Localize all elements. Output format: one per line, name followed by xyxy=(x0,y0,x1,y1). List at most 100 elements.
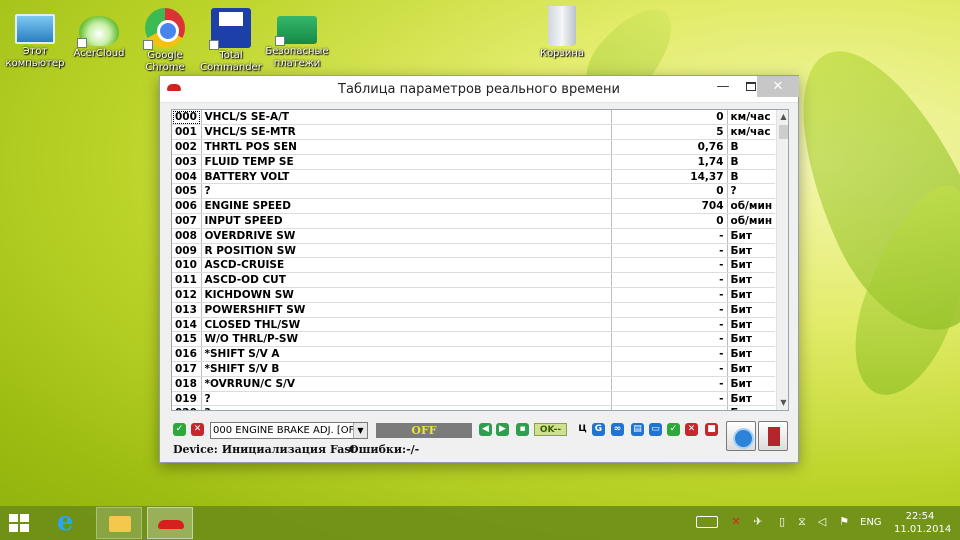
language-indicator[interactable]: ENG xyxy=(860,517,882,528)
reject-x-button[interactable]: ✕ xyxy=(191,423,204,436)
table-row[interactable]: 013 POWERSHIFT SW - Бит xyxy=(172,302,776,318)
desktop-icon-chrome[interactable]: Google Chrome xyxy=(132,8,198,74)
table-row[interactable]: 007 INPUT SPEED 0 об/мин xyxy=(172,213,776,229)
params-table[interactable]: 000 VHCL/S SE-A/T 0 км/час 001 VHCL/S SE-MTR 5… xyxy=(171,109,789,411)
window-button[interactable]: ▭ xyxy=(649,423,662,436)
table-row[interactable]: 015 W/O THRL/P-SW - Бит xyxy=(172,331,776,348)
scroll-down-icon[interactable]: ▼ xyxy=(777,396,788,410)
scroll-up-icon[interactable]: ▲ xyxy=(777,110,788,124)
row-name: OVERDRIVE SW xyxy=(201,228,612,244)
row-name: FLUID TEMP SE xyxy=(201,154,612,170)
taskbar-ie-icon[interactable] xyxy=(44,507,90,539)
bottom-toolbar: ✓ ✕ 000 ENGINE BRAKE ADJ. [OF ▼ OFF ◀ ▶ … xyxy=(171,420,731,440)
table-row[interactable]: 017 *SHIFT S/V B - Бит xyxy=(172,361,776,377)
close-button[interactable]: ✕ xyxy=(757,76,799,97)
desktop-icon-label: AcerCloud xyxy=(73,48,125,59)
table-row[interactable]: 011 ASCD-OD CUT - Бит xyxy=(172,272,776,289)
row-unit: Бит xyxy=(727,272,776,289)
table-row[interactable]: 006 ENGINE SPEED 704 об/мин xyxy=(172,198,776,215)
volume-icon[interactable]: ◁ xyxy=(814,514,830,530)
row-name: *SHIFT S/V B xyxy=(201,361,612,377)
row-name: KICHDOWN SW xyxy=(201,287,612,303)
row-unit: Бит xyxy=(727,317,776,333)
minimize-button[interactable]: — xyxy=(709,76,737,97)
plane-icon[interactable]: ✈ xyxy=(750,514,766,530)
table-button[interactable]: ▤ xyxy=(631,423,644,436)
flag-icon[interactable]: ⚑ xyxy=(836,514,852,530)
row-index: 018 xyxy=(172,376,202,392)
row-value: 704 xyxy=(611,198,728,215)
keyboard-icon[interactable] xyxy=(696,516,718,528)
exit-door-button[interactable] xyxy=(758,421,788,451)
taskbar: ✕ ✈ ▯ ⧖ ◁ ⚑ ENG 22:54 11.01.2014 xyxy=(0,506,960,540)
taskbar-explorer-icon[interactable] xyxy=(96,507,142,539)
clock-date: 11.01.2014 xyxy=(894,524,952,535)
desktop-icon-this-pc[interactable]: Этот компьютер xyxy=(2,8,68,70)
table-row[interactable]: 005? 0? xyxy=(172,183,776,200)
row-value: - xyxy=(611,331,728,348)
window-titlebar[interactable]: Таблица параметров реального времени — ✕ xyxy=(160,76,799,103)
desktop-icon-recycle-bin[interactable]: Корзина xyxy=(529,6,595,60)
row-name: POWERSHIFT SW xyxy=(201,302,612,318)
row-unit: В xyxy=(727,139,776,155)
ok-indicator[interactable]: OK-- xyxy=(534,423,567,436)
shortcut-arrow-icon xyxy=(275,36,285,46)
desktop-icon-acercloud[interactable]: AcerCloud xyxy=(66,8,132,60)
row-index: 009 xyxy=(172,243,202,259)
table-row[interactable]: 000 VHCL/S SE-A/T 0 км/час xyxy=(172,110,776,126)
record-button[interactable]: ▪ xyxy=(516,423,529,436)
row-name: ? xyxy=(201,183,612,200)
row-value: - xyxy=(611,243,728,259)
table-row[interactable]: 009 R POSITION SW - Бит xyxy=(172,243,776,259)
desktop-icon-total-commander[interactable]: Total Commander xyxy=(198,8,264,74)
parameter-select-value: 000 ENGINE BRAKE ADJ. [OF xyxy=(213,425,355,436)
row-name: ASCD-OD CUT xyxy=(201,272,612,289)
table-row[interactable]: 020?-Бит xyxy=(172,405,776,410)
confirm-check-button[interactable]: ✓ xyxy=(667,423,680,436)
taskbar-car-app-icon[interactable] xyxy=(147,507,193,539)
prev-arrow-button[interactable]: ◀ xyxy=(479,423,492,436)
row-index: 011 xyxy=(172,272,202,289)
cancel-x-button[interactable]: ✕ xyxy=(685,423,698,436)
battery-icon[interactable]: ▯ xyxy=(774,514,790,530)
table-row[interactable]: 010 ASCD-CRUISE - Бит xyxy=(172,257,776,274)
scroll-thumb[interactable] xyxy=(779,125,788,139)
stop-button[interactable]: ■ xyxy=(705,423,718,436)
desktop-icon-safe-payments[interactable]: Безопасные платежи xyxy=(264,8,330,70)
row-unit: Бит xyxy=(727,257,776,274)
row-unit: Бит xyxy=(727,405,776,410)
table-row[interactable]: 019? - Бит xyxy=(172,391,776,407)
table-row[interactable]: 014 CLOSED THL/SW - Бит xyxy=(172,317,776,333)
shortcut-arrow-icon xyxy=(209,40,219,50)
row-value: 0 xyxy=(611,183,728,200)
table-row[interactable]: 016 *SHIFT S/V A - Бит xyxy=(172,346,776,363)
windows-start-icon[interactable] xyxy=(9,514,31,534)
row-index: 014 xyxy=(172,317,202,333)
clock[interactable]: 22:54 11.01.2014 xyxy=(894,510,952,536)
row-unit: об/мин xyxy=(727,213,776,229)
link-button[interactable]: ∞ xyxy=(611,423,624,436)
table-row[interactable]: 002 THRTL POS SEN 0,76 В xyxy=(172,139,776,155)
c-button[interactable]: Ц xyxy=(576,423,589,436)
row-index: 006 xyxy=(172,198,202,215)
row-index: 020 xyxy=(172,405,202,410)
wifi-icon[interactable]: ⧖ xyxy=(794,514,810,530)
table-row[interactable]: 001 VHCL/S SE-MTR 5 км/час xyxy=(172,124,776,141)
off-indicator[interactable]: OFF xyxy=(376,423,472,438)
row-name: ? xyxy=(201,405,612,410)
save-disk-button[interactable] xyxy=(726,421,756,451)
graph-button[interactable]: G xyxy=(592,423,605,436)
vertical-scrollbar[interactable]: ▲ ▼ xyxy=(776,110,788,410)
table-row[interactable]: 018 *OVRRUN/C S/V - Бит xyxy=(172,376,776,392)
next-arrow-button[interactable]: ▶ xyxy=(496,423,509,436)
table-row[interactable]: 012 KICHDOWN SW - Бит xyxy=(172,287,776,303)
parameter-select[interactable]: 000 ENGINE BRAKE ADJ. [OF ▼ xyxy=(210,422,368,439)
realtime-params-window: Таблица параметров реального времени — ✕… xyxy=(159,75,799,463)
table-row[interactable]: 008 OVERDRIVE SW - Бит xyxy=(172,228,776,244)
row-name: W/O THRL/P-SW xyxy=(201,331,612,348)
tray-app-icon[interactable]: ✕ xyxy=(728,514,744,530)
row-name: *SHIFT S/V A xyxy=(201,346,612,363)
table-row[interactable]: 003 FLUID TEMP SE 1,74 В xyxy=(172,154,776,170)
accept-check-button[interactable]: ✓ xyxy=(173,423,186,436)
table-row[interactable]: 004 BATTERY VOLT 14,37 В xyxy=(172,169,776,185)
